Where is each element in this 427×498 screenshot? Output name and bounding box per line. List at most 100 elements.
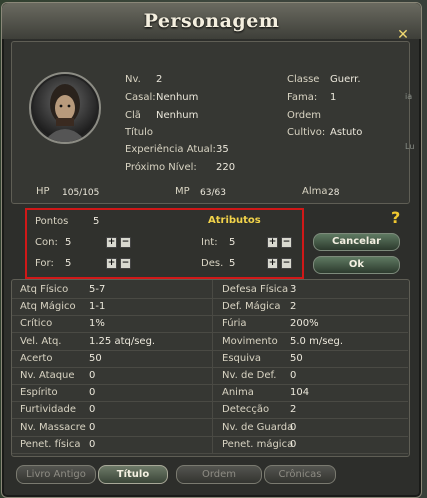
stat-value: 200%	[290, 318, 319, 329]
stat-value: 50	[290, 353, 303, 364]
stat-label: Nv. de Def.	[222, 370, 277, 381]
stat-value: 1.25 atq/seg.	[89, 336, 156, 347]
soul-value: 28	[328, 188, 340, 198]
stat-label: Vel. Atq.	[20, 336, 62, 347]
stat-label: Nv. de Guarda	[222, 422, 294, 433]
clan-label: Clã	[125, 110, 141, 121]
stat-label: Crítico	[20, 318, 53, 329]
hp-value: 105/105	[62, 188, 100, 198]
stats-row-divider	[12, 350, 408, 351]
stat-label: Furtividade	[20, 404, 77, 415]
stats-row-divider	[12, 401, 408, 402]
stat-value: 2	[290, 404, 297, 415]
stat-value: 50	[89, 353, 102, 364]
spouse-label: Casal:	[125, 92, 156, 103]
dex-value: 5	[229, 258, 236, 269]
class-value: Guerr.	[330, 74, 361, 85]
stats-row-divider	[12, 418, 408, 419]
fame-value: 1	[330, 92, 337, 103]
tab-cronicas[interactable]: Crônicas	[264, 465, 336, 484]
stat-value: 0	[89, 387, 96, 398]
mp-label: MP	[175, 186, 190, 197]
background-fragment: ia	[405, 92, 413, 101]
con-value: 5	[65, 237, 72, 248]
soul-label: Alma	[302, 186, 328, 197]
stats-row-divider	[12, 298, 408, 299]
next-level-label: Próximo Nível:	[125, 162, 197, 173]
stats-row-divider	[12, 436, 408, 437]
stat-label: Movimento	[222, 336, 278, 347]
stat-value: 0	[290, 370, 297, 381]
help-icon[interactable]: ?	[391, 208, 400, 227]
stat-label: Anima	[222, 387, 254, 398]
int-label: Int:	[201, 237, 218, 248]
window-title: Personagem	[143, 10, 280, 32]
stat-label: Detecção	[222, 404, 270, 415]
stat-value: 104	[290, 387, 310, 398]
stats-row-divider	[12, 315, 408, 316]
title-bar[interactable]: Personagem ✕	[2, 3, 421, 43]
stat-label: Atq Físico	[20, 284, 69, 295]
points-value: 5	[93, 216, 100, 227]
int-plus-button[interactable]: +	[267, 237, 278, 248]
fame-label: Fama:	[287, 92, 318, 103]
stat-label: Acerto	[20, 353, 53, 364]
stat-label: Penet. física	[20, 439, 81, 450]
stat-label: Penet. mágica	[222, 439, 294, 450]
stat-label: Esquiva	[222, 353, 262, 364]
stat-value: 2	[290, 301, 297, 312]
cancel-button[interactable]: Cancelar	[313, 233, 400, 251]
points-label: Pontos	[35, 216, 69, 227]
stat-value: 0	[89, 404, 96, 415]
int-value: 5	[229, 237, 236, 248]
str-label: For:	[35, 258, 54, 269]
stat-value: 5-7	[89, 284, 106, 295]
stat-label: Espírito	[20, 387, 58, 398]
dex-label: Des.	[201, 258, 224, 269]
stat-value: 3	[290, 284, 297, 295]
stat-label: Atq Mágico	[20, 301, 76, 312]
character-portrait	[29, 72, 101, 144]
cultivation-label: Cultivo:	[287, 127, 326, 138]
con-minus-button[interactable]: −	[120, 237, 131, 248]
stats-row-divider	[12, 453, 408, 454]
stat-value: 1-1	[89, 301, 106, 312]
ok-button[interactable]: Ok	[313, 256, 400, 274]
spouse-value: Nenhum	[156, 92, 199, 103]
stat-value: 0	[89, 422, 96, 433]
next-level-value: 220	[216, 162, 236, 173]
tab-titulo[interactable]: Título	[98, 465, 168, 484]
current-exp-value: 35	[216, 144, 229, 155]
background-fragment: Lu	[405, 142, 415, 151]
attributes-title: Atributos	[208, 215, 261, 226]
str-minus-button[interactable]: −	[120, 258, 131, 269]
tab-ordem[interactable]: Ordem	[176, 465, 262, 484]
stat-value: 5.0 m/seg.	[290, 336, 344, 347]
str-plus-button[interactable]: +	[106, 258, 117, 269]
stat-label: Def. Mágica	[222, 301, 281, 312]
level-value: 2	[156, 74, 163, 85]
stats-row-divider	[12, 367, 408, 368]
dex-plus-button[interactable]: +	[267, 258, 278, 269]
stat-value: 0	[89, 370, 96, 381]
con-plus-button[interactable]: +	[106, 237, 117, 248]
tab-livro-antigo[interactable]: Livro Antigo	[16, 465, 96, 484]
stat-value: 1%	[89, 318, 105, 329]
cultivation-value: Astuto	[330, 127, 363, 138]
clan-value: Nenhum	[156, 110, 199, 121]
stat-label: Fúria	[222, 318, 247, 329]
level-label: Nv.	[125, 74, 141, 85]
str-value: 5	[65, 258, 72, 269]
int-minus-button[interactable]: −	[281, 237, 292, 248]
dex-minus-button[interactable]: −	[281, 258, 292, 269]
stats-row-divider	[12, 332, 408, 333]
mp-value: 63/63	[200, 188, 226, 198]
stat-label: Nv. Ataque	[20, 370, 75, 381]
stat-value: 0	[89, 439, 96, 450]
stats-row-divider	[12, 384, 408, 385]
con-label: Con:	[35, 237, 58, 248]
stat-label: Defesa Física	[222, 284, 289, 295]
order-label: Ordem	[287, 110, 322, 121]
stat-label: Nv. Massacre	[20, 422, 86, 433]
stat-value: 0	[290, 422, 297, 433]
